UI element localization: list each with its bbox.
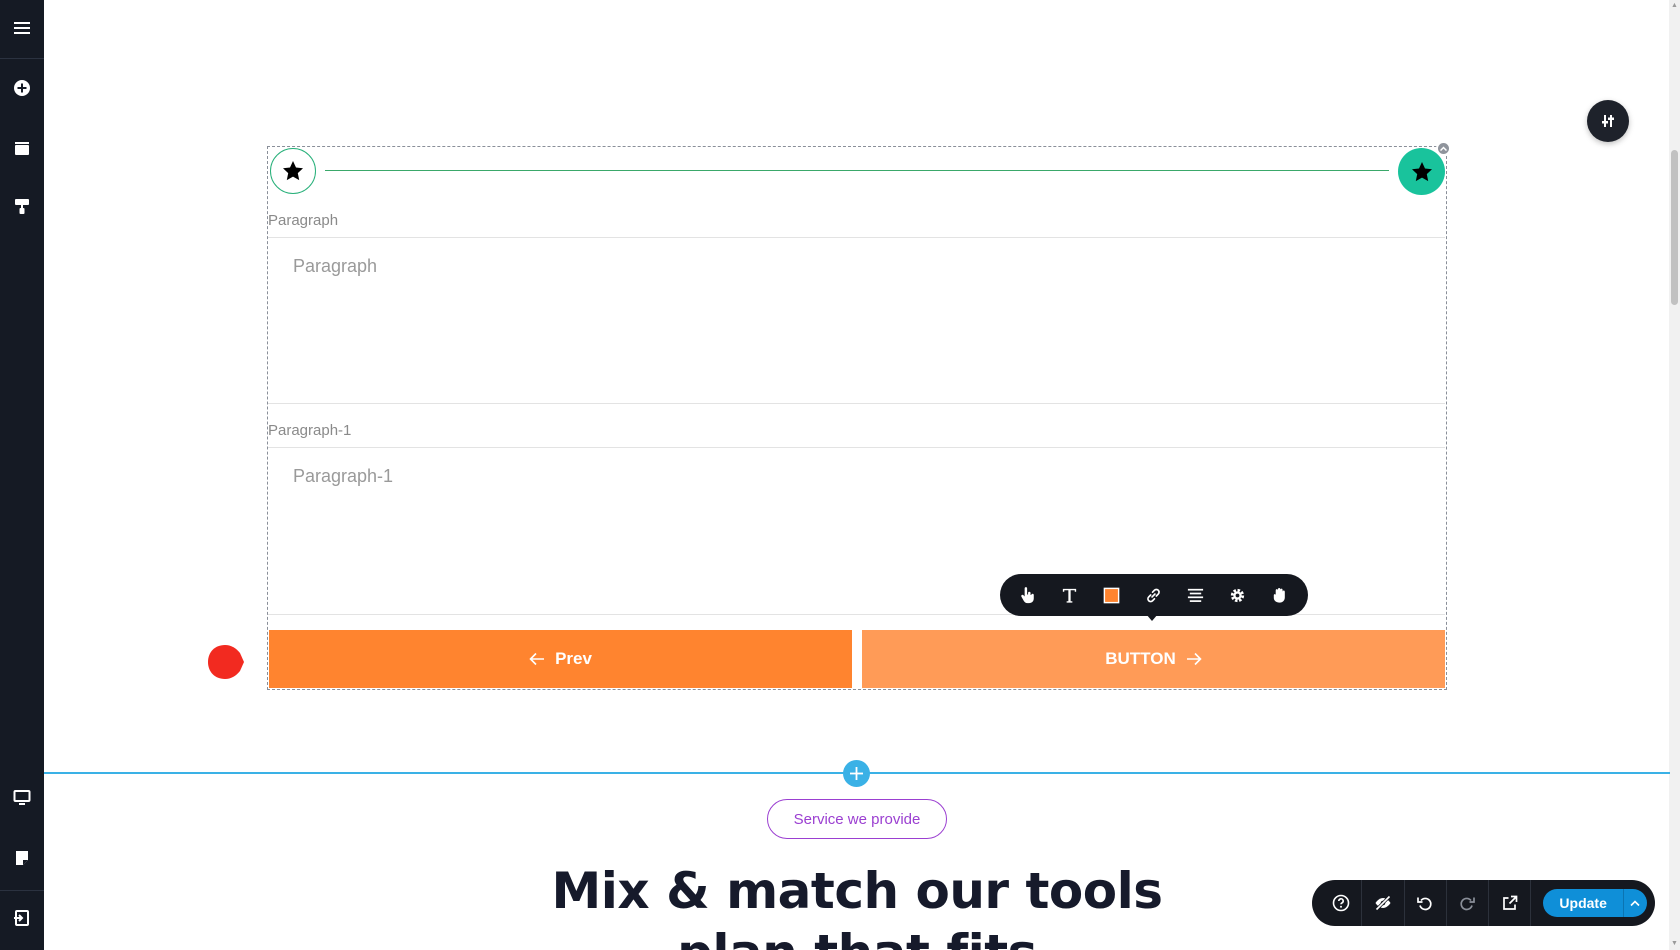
gear-icon[interactable] bbox=[1216, 574, 1258, 616]
step-1-indicator[interactable] bbox=[270, 148, 316, 194]
paragraph-1-placeholder: Paragraph-1 bbox=[293, 466, 394, 486]
paragraph-label: Paragraph bbox=[268, 212, 339, 229]
desktop-icon[interactable] bbox=[0, 776, 44, 820]
service-pill: Service we provide bbox=[767, 799, 947, 839]
sliders-icon bbox=[1602, 115, 1614, 127]
section-heading-line-2: plan that fits bbox=[44, 922, 1670, 950]
paint-roller-icon[interactable] bbox=[0, 184, 44, 228]
scroll-down-icon[interactable]: ▼ bbox=[1671, 940, 1678, 948]
notes-icon[interactable] bbox=[0, 836, 44, 880]
menu-icon[interactable] bbox=[0, 6, 44, 50]
add-circle-icon[interactable] bbox=[0, 66, 44, 110]
link-icon[interactable] bbox=[1132, 574, 1174, 616]
help-icon[interactable] bbox=[1320, 880, 1363, 926]
undo-icon[interactable] bbox=[1405, 880, 1447, 926]
prev-button-label: Prev bbox=[555, 649, 592, 668]
redo-icon[interactable] bbox=[1447, 880, 1490, 926]
star-icon bbox=[1411, 161, 1432, 181]
editor-app: ▲ ▼ Paragraph Paragraph Paragraph-1 Para… bbox=[0, 0, 1680, 950]
paragraph-placeholder: Paragraph bbox=[293, 256, 378, 276]
next-button-label: BUTTON bbox=[1105, 649, 1176, 668]
add-section-button[interactable] bbox=[843, 760, 870, 787]
arrow-left-icon bbox=[529, 652, 545, 666]
vertical-scrollbar[interactable]: ▲ ▼ bbox=[1669, 0, 1680, 950]
sidebar-divider bbox=[0, 58, 44, 59]
scroll-up-icon[interactable]: ▲ bbox=[1671, 2, 1678, 10]
bottom-action-bar: Update bbox=[1312, 880, 1655, 926]
block-collapse-icon[interactable] bbox=[1436, 141, 1451, 156]
next-button[interactable]: BUTTON bbox=[862, 630, 1445, 688]
cursor-marker-icon bbox=[208, 645, 244, 679]
chevron-up-icon[interactable] bbox=[1622, 889, 1647, 917]
star-icon bbox=[283, 161, 303, 181]
toolbar-pointer bbox=[1146, 614, 1158, 621]
pages-icon[interactable] bbox=[0, 126, 44, 170]
step-2-indicator[interactable] bbox=[1398, 148, 1445, 195]
prev-button[interactable]: Prev bbox=[269, 630, 852, 688]
update-group: Update bbox=[1543, 889, 1648, 917]
step-progress-line bbox=[325, 170, 1389, 171]
hand-pointer-icon[interactable] bbox=[1006, 574, 1048, 616]
text-icon[interactable] bbox=[1048, 574, 1090, 616]
update-button[interactable]: Update bbox=[1543, 889, 1622, 917]
align-icon[interactable] bbox=[1174, 574, 1216, 616]
paragraph-field[interactable]: Paragraph bbox=[268, 237, 1445, 404]
arrow-right-icon bbox=[1186, 652, 1202, 666]
hide-icon[interactable] bbox=[1362, 880, 1405, 926]
exit-icon[interactable] bbox=[0, 896, 44, 940]
sidebar-divider-bottom bbox=[0, 890, 44, 891]
page-settings-button[interactable] bbox=[1587, 100, 1629, 142]
plus-icon bbox=[850, 767, 863, 780]
left-sidebar bbox=[0, 0, 44, 950]
element-toolbar bbox=[1000, 574, 1308, 616]
external-link-icon[interactable] bbox=[1489, 880, 1532, 926]
drag-hand-icon[interactable] bbox=[1258, 574, 1300, 616]
paragraph-1-label: Paragraph-1 bbox=[268, 422, 352, 439]
scroll-thumb[interactable] bbox=[1671, 150, 1678, 305]
color-square-icon[interactable] bbox=[1090, 574, 1132, 616]
